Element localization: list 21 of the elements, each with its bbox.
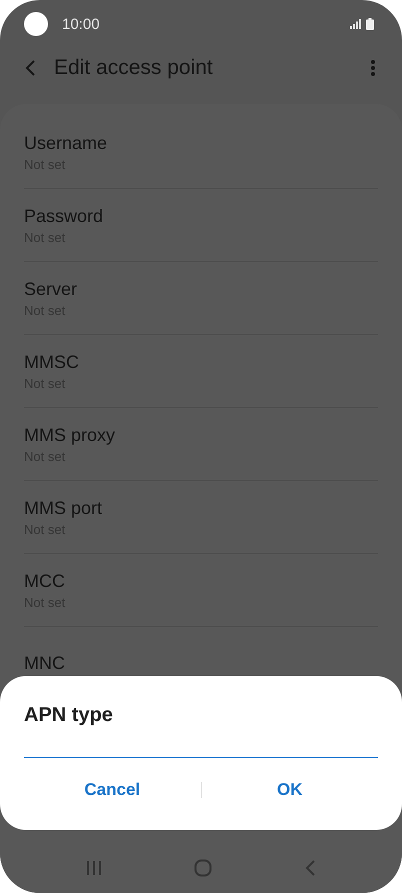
item-title: MNC	[24, 653, 65, 674]
dialog-button[interactable]: OK	[202, 772, 378, 808]
home-icon	[194, 859, 212, 877]
item-title: Username	[24, 132, 108, 154]
item-title: Server	[24, 278, 78, 300]
item-title: MCC	[24, 570, 65, 592]
recent-apps-icon	[86, 860, 102, 876]
back-icon	[304, 859, 316, 877]
back-icon	[24, 59, 36, 77]
item-title: Password	[24, 206, 104, 226]
page-title: Edit access point	[54, 56, 213, 80]
dialog-button[interactable]: Cancel	[24, 772, 200, 808]
more-options-icon	[370, 59, 376, 77]
item-title: MMSC	[24, 352, 79, 372]
item-title: MMS proxy	[24, 424, 116, 446]
camera-hole-icon	[24, 12, 48, 36]
battery-icon	[366, 18, 374, 30]
item-title: MMS port	[24, 498, 102, 518]
dialog-title: APN type	[24, 704, 114, 727]
signal-icon	[350, 19, 362, 29]
status-time: 10:00	[62, 16, 100, 32]
